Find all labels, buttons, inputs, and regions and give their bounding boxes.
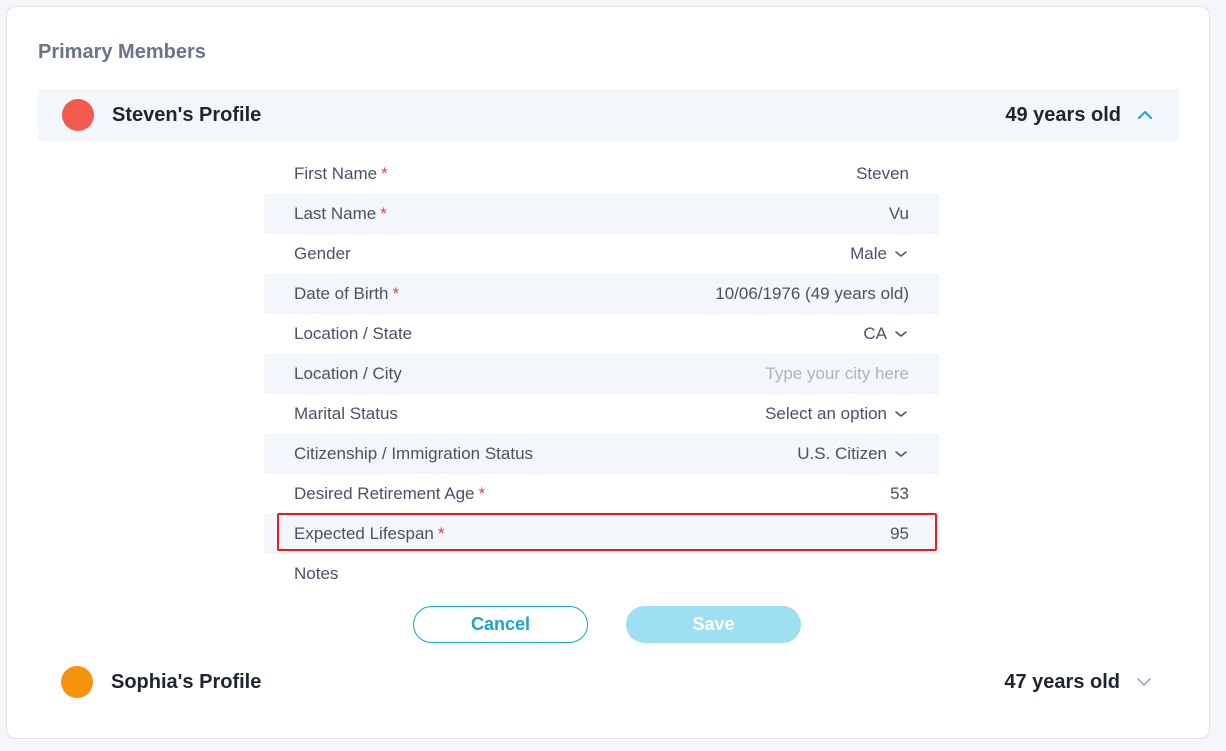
profile-age: 49 years old bbox=[1005, 103, 1121, 126]
form-row-notes[interactable]: Notes bbox=[264, 554, 939, 594]
field-label: Date of Birth bbox=[294, 284, 389, 303]
profile-name: Sophia's Profile bbox=[111, 670, 262, 693]
form-row-citizenship[interactable]: Citizenship / Immigration Status U.S. Ci… bbox=[264, 434, 939, 474]
form-row-expected-lifespan[interactable]: Expected Lifespan * 95 bbox=[264, 514, 939, 554]
marital-status-select[interactable]: Select an option bbox=[765, 404, 907, 424]
form-row-retirement-age[interactable]: Desired Retirement Age * 53 bbox=[264, 474, 939, 514]
required-mark: * bbox=[392, 284, 400, 303]
profile-header-steven[interactable]: Steven's Profile 49 years old bbox=[38, 89, 1179, 141]
marital-status-value: Select an option bbox=[765, 404, 887, 423]
chevron-down-icon bbox=[895, 407, 909, 421]
field-label: First Name bbox=[294, 164, 378, 183]
section-title: Primary Members bbox=[38, 41, 206, 63]
state-select[interactable]: CA bbox=[863, 324, 907, 344]
form-row-gender[interactable]: Gender Male bbox=[264, 234, 939, 274]
city-input[interactable]: Type your city here bbox=[765, 364, 909, 384]
field-label: Last Name bbox=[294, 204, 377, 223]
profile-color-dot bbox=[61, 666, 93, 698]
chevron-down-icon bbox=[895, 327, 909, 341]
required-mark: * bbox=[437, 524, 445, 543]
form-row-date-of-birth[interactable]: Date of Birth * 10/06/1976 (49 years old) bbox=[264, 274, 939, 314]
profile-color-dot bbox=[62, 99, 94, 131]
field-label: Location / State bbox=[294, 324, 413, 343]
required-mark: * bbox=[478, 484, 486, 503]
gender-select[interactable]: Male bbox=[850, 244, 907, 264]
field-label: Expected Lifespan bbox=[294, 524, 434, 543]
chevron-down-icon[interactable] bbox=[1132, 670, 1156, 694]
last-name-field[interactable]: Vu bbox=[889, 204, 909, 224]
profile-age: 47 years old bbox=[1004, 670, 1120, 693]
profile-name: Steven's Profile bbox=[112, 103, 262, 126]
required-mark: * bbox=[380, 204, 387, 223]
chevron-up-icon[interactable] bbox=[1133, 103, 1157, 127]
first-name-field[interactable]: Steven bbox=[856, 164, 909, 184]
form-row-last-name[interactable]: Last Name * Vu bbox=[264, 194, 939, 234]
profile-form: First Name * Steven Last Name * Vu Gender … bbox=[264, 154, 939, 594]
form-row-marital-status[interactable]: Marital Status Select an option bbox=[264, 394, 939, 434]
expected-lifespan-field[interactable]: 95 bbox=[890, 524, 909, 544]
save-button[interactable]: Save bbox=[626, 606, 801, 643]
form-row-location-city[interactable]: Location / City Type your city here bbox=[264, 354, 939, 394]
field-label: Desired Retirement Age bbox=[294, 484, 475, 503]
field-label: Notes bbox=[294, 564, 339, 583]
field-label: Marital Status bbox=[294, 404, 398, 423]
state-value: CA bbox=[863, 324, 887, 343]
citizenship-select[interactable]: U.S. Citizen bbox=[797, 444, 907, 464]
form-row-location-state[interactable]: Location / State CA bbox=[264, 314, 939, 354]
required-mark: * bbox=[381, 164, 388, 183]
retirement-age-field[interactable]: 53 bbox=[890, 484, 909, 504]
gender-value: Male bbox=[850, 244, 887, 263]
form-row-first-name[interactable]: First Name * Steven bbox=[264, 154, 939, 194]
field-label: Citizenship / Immigration Status bbox=[294, 444, 534, 463]
chevron-down-icon bbox=[895, 447, 909, 461]
field-label: Gender bbox=[294, 244, 351, 263]
citizenship-value: U.S. Citizen bbox=[797, 444, 887, 463]
cancel-button[interactable]: Cancel bbox=[413, 606, 588, 643]
chevron-down-icon bbox=[895, 247, 909, 261]
profile-header-sophia[interactable]: Sophia's Profile 47 years old bbox=[37, 656, 1178, 708]
field-label: Location / City bbox=[294, 364, 402, 383]
date-of-birth-field[interactable]: 10/06/1976 (49 years old) bbox=[715, 284, 909, 304]
